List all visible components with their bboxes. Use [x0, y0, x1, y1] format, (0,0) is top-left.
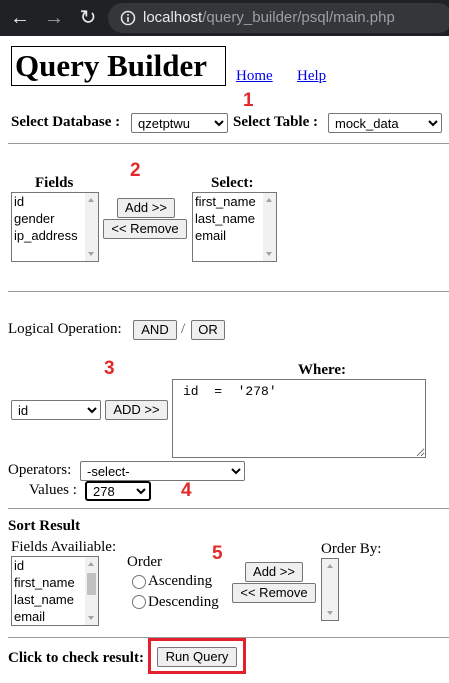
ascending-radio[interactable]	[132, 575, 146, 589]
values-select[interactable]: 278	[85, 481, 151, 501]
annotation-marker-2: 2	[130, 160, 141, 181]
remove-field-button[interactable]: << Remove	[103, 219, 187, 239]
annotation-marker-5: 5	[212, 543, 223, 564]
descending-radio[interactable]	[132, 595, 146, 609]
operators-select[interactable]: -select-	[80, 461, 245, 481]
where-textarea[interactable]: id = '278'	[172, 379, 426, 458]
sort-fields-listbox[interactable]: id first_name last_name email	[11, 556, 99, 626]
scrollbar[interactable]	[263, 193, 276, 261]
scrollbar[interactable]	[85, 193, 98, 261]
database-label: Select Database :	[11, 114, 121, 130]
forward-arrow-icon[interactable]: →	[42, 6, 66, 30]
scrollbar[interactable]	[322, 559, 338, 620]
page-title: Query Builder	[11, 46, 226, 86]
scroll-down-icon[interactable]	[266, 252, 272, 256]
url-path: /query_builder/psql/main.php	[202, 9, 395, 26]
section-divider	[8, 291, 449, 292]
select-label: Select:	[211, 175, 254, 191]
operators-label: Operators:	[8, 462, 72, 478]
database-select[interactable]: qzetptwu	[131, 113, 228, 133]
where-field-select[interactable]: id	[11, 400, 101, 420]
run-query-button[interactable]: Run Query	[157, 647, 237, 667]
run-label: Click to check result:	[8, 650, 144, 666]
where-label: Where:	[298, 362, 347, 378]
add-field-button[interactable]: Add >>	[117, 198, 175, 218]
scrollbar-thumb[interactable]	[87, 573, 96, 595]
table-select[interactable]: mock_data	[328, 113, 442, 133]
ascending-label: Ascending	[148, 573, 213, 589]
and-button[interactable]: AND	[133, 320, 177, 340]
annotation-marker-3: 3	[104, 358, 115, 379]
values-label: Values :	[29, 482, 77, 498]
remove-sort-button[interactable]: << Remove	[232, 583, 316, 603]
selected-fields-listbox[interactable]: first_name last_name email	[192, 192, 277, 262]
add-condition-button[interactable]: ADD >>	[105, 400, 168, 420]
annotation-marker-4: 4	[181, 480, 192, 501]
table-label: Select Table :	[233, 114, 318, 130]
annotation-marker-1: 1	[243, 90, 254, 111]
section-divider	[8, 143, 449, 144]
scroll-up-icon[interactable]	[327, 564, 333, 568]
scroll-down-icon[interactable]	[88, 252, 94, 256]
section-divider	[8, 508, 449, 509]
scroll-up-icon[interactable]	[266, 198, 272, 202]
scroll-down-icon[interactable]	[88, 616, 94, 620]
order-label: Order	[127, 554, 162, 570]
sort-result-heading: Sort Result	[8, 518, 81, 534]
fields-label: Fields	[35, 175, 74, 191]
or-button[interactable]: OR	[191, 320, 225, 340]
scroll-up-icon[interactable]	[88, 562, 94, 566]
help-link[interactable]: Help	[297, 68, 326, 85]
info-icon[interactable]	[120, 10, 136, 26]
scroll-up-icon[interactable]	[88, 198, 94, 202]
url-text: localhost/query_builder/psql/main.php	[143, 9, 395, 26]
url-host: localhost	[143, 9, 203, 26]
back-arrow-icon[interactable]: ←	[8, 6, 32, 30]
home-link[interactable]: Home	[236, 68, 273, 85]
logical-operation-label: Logical Operation:	[8, 321, 122, 337]
browser-toolbar: ← → ↻ localhost/query_builder/psql/main.…	[0, 0, 449, 36]
order-by-label: Order By:	[321, 541, 382, 557]
fields-listbox[interactable]: id gender ip_address	[11, 192, 99, 262]
add-sort-button[interactable]: Add >>	[245, 562, 303, 582]
scrollbar[interactable]	[85, 557, 98, 625]
scroll-down-icon[interactable]	[327, 611, 333, 615]
fields-available-label: Fields Availiable:	[11, 539, 117, 555]
descending-label: Descending	[148, 594, 219, 610]
logical-separator: /	[181, 321, 186, 337]
order-by-listbox[interactable]	[321, 558, 339, 621]
reload-icon[interactable]: ↻	[76, 6, 100, 30]
